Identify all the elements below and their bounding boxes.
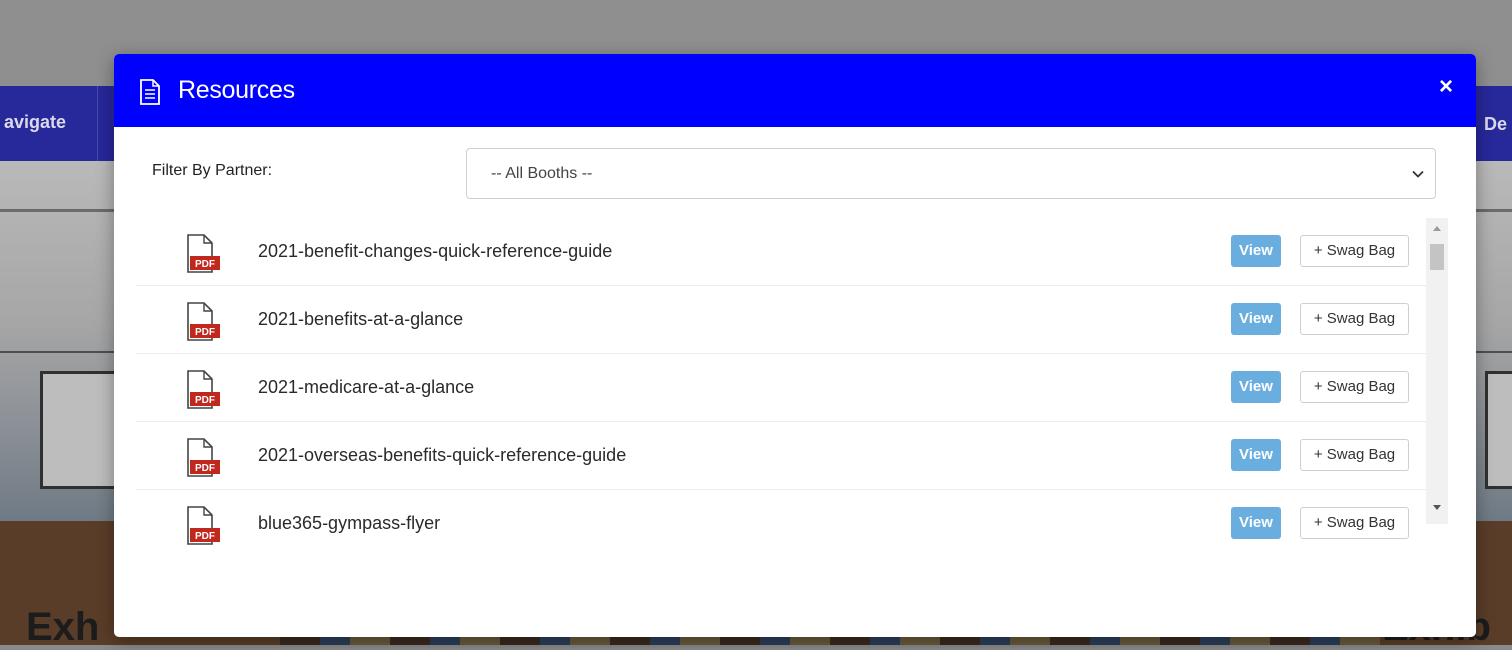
pdf-icon: PDF <box>187 438 220 477</box>
add-to-swag-bag-button[interactable]: + Swag Bag <box>1300 507 1409 539</box>
list-scrollbar[interactable] <box>1426 218 1448 524</box>
scroll-thumb[interactable] <box>1430 244 1444 270</box>
resources-modal: Resources × Filter By Partner: -- All Bo… <box>114 54 1476 637</box>
resource-list: PDF 2021-benefit-changes-quick-reference… <box>136 218 1426 548</box>
resource-name: 2021-medicare-at-a-glance <box>258 377 475 397</box>
filter-label: Filter By Partner: <box>152 162 273 179</box>
list-item: PDF 2021-medicare-at-a-glance View + Swa… <box>136 354 1426 422</box>
view-button[interactable]: View <box>1231 303 1281 335</box>
view-button[interactable]: View <box>1231 439 1281 471</box>
scroll-up-arrow-icon[interactable] <box>1433 226 1441 231</box>
add-to-swag-bag-button[interactable]: + Swag Bag <box>1300 235 1409 267</box>
list-item: PDF blue365-gympass-flyer View + Swag Ba… <box>136 490 1426 548</box>
resource-name: 2021-benefit-changes-quick-reference-gui… <box>258 241 613 261</box>
modal-header: Resources × <box>114 54 1476 127</box>
pdf-icon: PDF <box>187 370 220 409</box>
add-to-swag-bag-button[interactable]: + Swag Bag <box>1300 371 1409 403</box>
view-button[interactable]: View <box>1231 507 1281 539</box>
resource-name: 2021-benefits-at-a-glance <box>258 309 464 329</box>
svg-text:PDF: PDF <box>195 463 215 474</box>
view-button[interactable]: View <box>1231 235 1281 267</box>
pdf-icon: PDF <box>187 302 220 341</box>
background-panel-right <box>1485 371 1512 489</box>
svg-text:PDF: PDF <box>195 327 215 338</box>
scroll-down-arrow-icon[interactable] <box>1433 505 1441 510</box>
list-item: PDF 2021-benefit-changes-quick-reference… <box>136 218 1426 286</box>
background-nav-item-right: De <box>1484 114 1508 134</box>
svg-text:PDF: PDF <box>195 531 215 542</box>
resource-name: blue365-gympass-flyer <box>258 513 441 533</box>
pdf-icon: PDF <box>187 234 220 273</box>
nav-divider <box>97 86 98 161</box>
add-to-swag-bag-button[interactable]: + Swag Bag <box>1300 439 1409 471</box>
add-to-swag-bag-button[interactable]: + Swag Bag <box>1300 303 1409 335</box>
resource-name: 2021-overseas-benefits-quick-reference-g… <box>258 445 627 465</box>
view-button[interactable]: View <box>1231 371 1281 403</box>
svg-text:PDF: PDF <box>195 395 215 406</box>
svg-text:PDF: PDF <box>195 259 215 270</box>
list-item: PDF 2021-overseas-benefits-quick-referen… <box>136 422 1426 490</box>
background-exhibit-left-text: Exh <box>26 605 100 649</box>
document-icon <box>140 79 160 105</box>
pdf-icon: PDF <box>187 506 220 545</box>
partner-filter-value: -- All Booths -- <box>491 165 593 182</box>
background-nav-item-navigate: avigate <box>4 112 67 132</box>
close-button[interactable]: × <box>1434 75 1458 99</box>
chevron-down-icon <box>1412 170 1424 178</box>
list-item: PDF 2021-benefits-at-a-glance View + Swa… <box>136 286 1426 354</box>
partner-filter-select[interactable]: -- All Booths -- <box>466 148 1436 199</box>
modal-title: Resources <box>178 76 295 104</box>
